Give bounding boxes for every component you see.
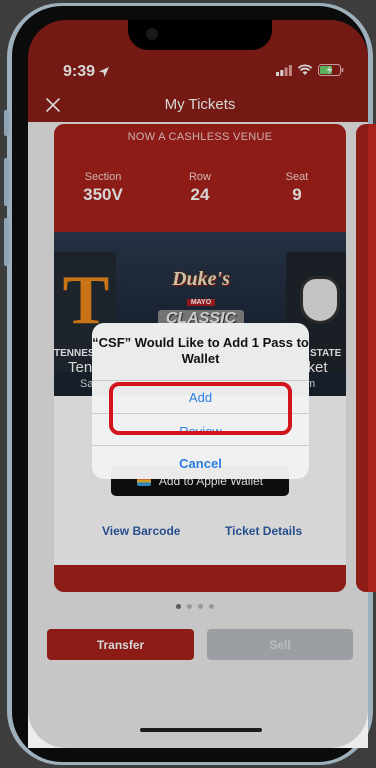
- volume-up-button: [4, 158, 9, 206]
- alert-cancel-button[interactable]: Cancel: [92, 456, 309, 471]
- highlight-annotation-box: [109, 382, 292, 435]
- front-camera: [146, 28, 158, 40]
- alert-divider: [92, 445, 309, 446]
- alert-title: “CSF” Would Like to Add 1 Pass to Wallet: [92, 335, 309, 366]
- alert-divider: [92, 380, 309, 381]
- volume-down-button: [4, 218, 9, 266]
- silent-switch: [4, 110, 9, 136]
